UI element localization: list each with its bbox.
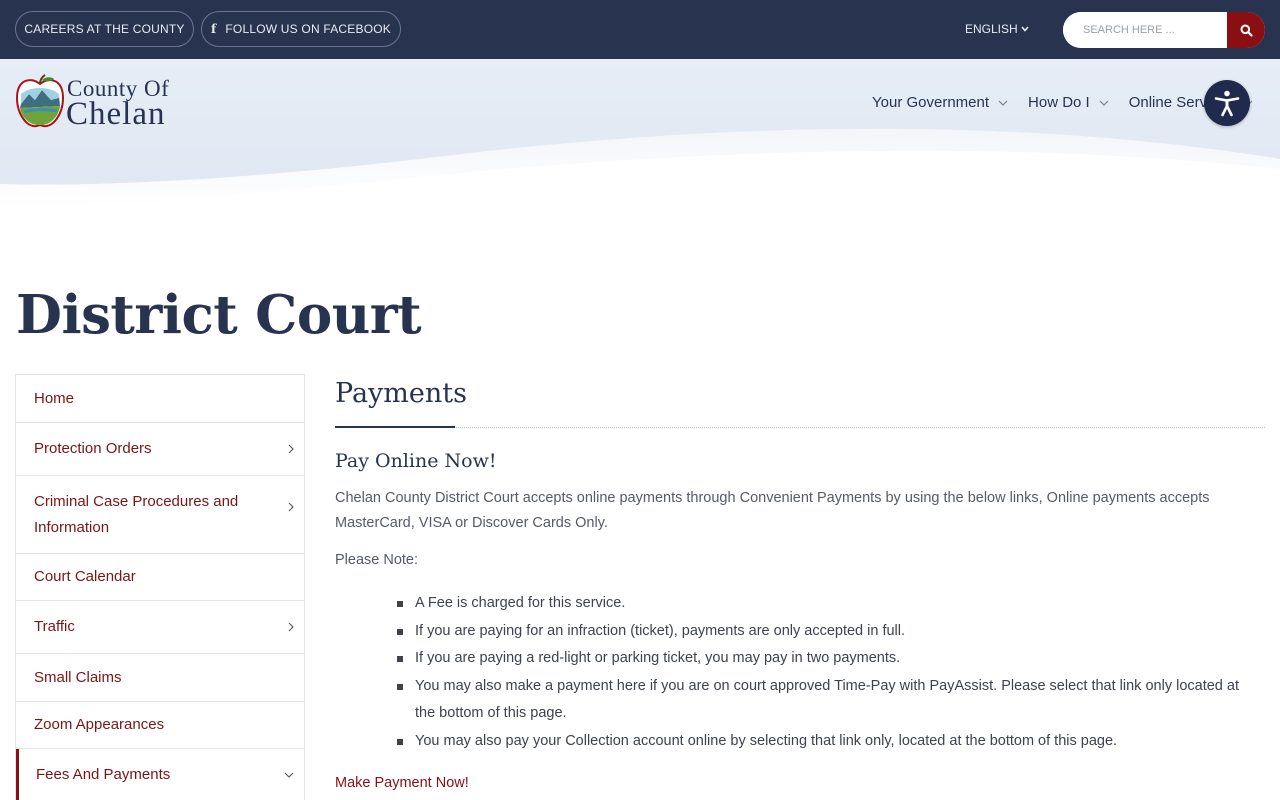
make-payment-link[interactable]: Make Payment Now! [335, 775, 469, 791]
accessibility-button[interactable] [1204, 80, 1250, 126]
language-selector[interactable]: ENGLISH [965, 22, 1029, 36]
sidebar-item-court-calendar[interactable]: Court Calendar [16, 554, 304, 601]
sidebar-item-protection-orders[interactable]: Protection Orders [16, 423, 304, 476]
language-label: ENGLISH [965, 22, 1018, 36]
chevron-down-icon [1099, 100, 1109, 106]
list-item: If you are paying for an infraction (tic… [397, 618, 1263, 646]
accessibility-icon [1214, 90, 1240, 117]
section-heading: Payments [335, 378, 467, 409]
note-label: Please Note: [335, 552, 419, 568]
sidebar-item-home[interactable]: Home [16, 375, 304, 423]
sidebar-item-label: Small Claims [34, 668, 122, 686]
sidebar-item-small-claims[interactable]: Small Claims [16, 654, 304, 702]
sidebar-item-label: Zoom Appearances [34, 716, 165, 733]
notes-list: A Fee is charged for this service. If yo… [397, 590, 1263, 755]
chevron-down-icon[interactable] [284, 772, 294, 778]
chevron-down-icon [998, 100, 1008, 106]
nav-item-how-do-i[interactable]: How Do I [1028, 94, 1109, 111]
list-item: A Fee is charged for this service. [397, 590, 1263, 618]
facebook-icon: f [211, 22, 217, 36]
sidebar-item-label: Fees And Payments [36, 765, 171, 783]
search-button[interactable] [1227, 12, 1265, 48]
sidebar-item-traffic[interactable]: Traffic [16, 601, 304, 654]
list-item: You may also pay your Collection account… [397, 728, 1263, 756]
heading-divider [335, 427, 1265, 428]
search-icon [1240, 24, 1253, 37]
subheading: Pay Online Now! [335, 450, 497, 472]
sidebar-item-label: Court Calendar [34, 568, 136, 585]
nav-item-your-government[interactable]: Your Government [872, 94, 1008, 111]
sidebar-item-label: Home [34, 389, 75, 407]
nav-label: Your Government [872, 94, 990, 111]
heading-underline [335, 426, 455, 428]
county-logo[interactable]: County Of Chelan [15, 72, 215, 132]
careers-label: CAREERS AT THE COUNTY [24, 22, 185, 36]
logo-text-line2: Chelan [66, 96, 166, 132]
nav-label: How Do I [1028, 94, 1090, 111]
chevron-right-icon[interactable] [288, 502, 294, 512]
search-box [1063, 12, 1265, 48]
facebook-label: FOLLOW US ON FACEBOOK [225, 22, 391, 36]
search-input[interactable] [1063, 12, 1227, 48]
sidebar-item-label: Criminal Case Procedures and Information [34, 492, 239, 536]
sidebar-item-label: Protection Orders [34, 440, 152, 457]
intro-paragraph: Chelan County District Court accepts onl… [335, 490, 1210, 531]
sidebar-item-zoom-appearances[interactable]: Zoom Appearances [16, 702, 304, 749]
page-title: District Court [16, 284, 422, 346]
list-item: If you are paying a red-light or parking… [397, 645, 1263, 673]
careers-button[interactable]: CAREERS AT THE COUNTY [15, 11, 194, 47]
chevron-down-icon [1021, 26, 1029, 32]
top-bar: CAREERS AT THE COUNTY f FOLLOW US ON FAC… [0, 0, 1280, 59]
sidebar-item-label: Traffic [34, 618, 75, 635]
sidebar-nav: Home Protection Orders Criminal Case Pro… [15, 374, 305, 800]
sidebar-item-fees-and-payments[interactable]: Fees And Payments [16, 749, 304, 800]
facebook-button[interactable]: f FOLLOW US ON FACEBOOK [201, 11, 401, 47]
apple-logo-icon [15, 74, 65, 128]
sidebar-item-criminal-case[interactable]: Criminal Case Procedures and Information [16, 476, 304, 554]
chevron-right-icon[interactable] [288, 622, 294, 632]
chevron-right-icon[interactable] [288, 444, 294, 454]
list-item: You may also make a payment here if you … [397, 673, 1263, 728]
